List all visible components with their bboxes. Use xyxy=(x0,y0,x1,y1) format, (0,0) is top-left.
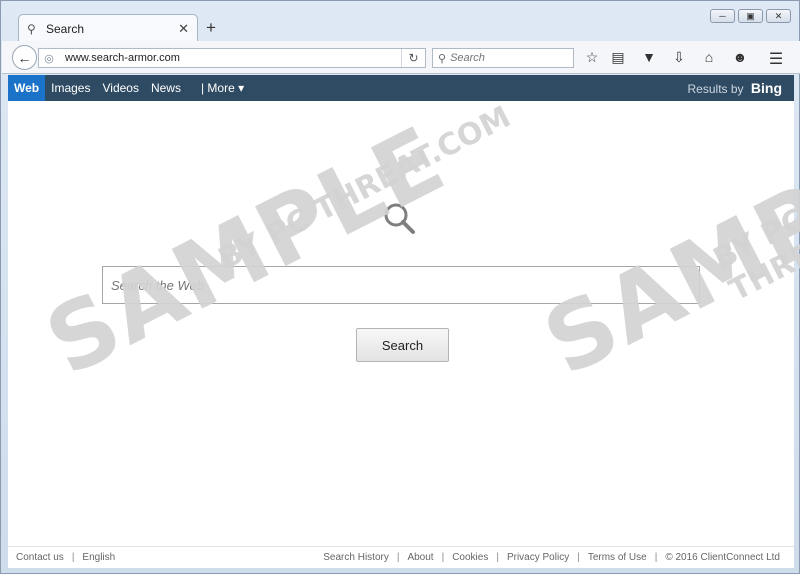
watermark-main-text-right: SAMPLE xyxy=(528,105,800,397)
tab-strip: ⚲ Search ✕ + ─ ▣ ✕ xyxy=(1,1,800,42)
footer-separator: | xyxy=(577,552,580,563)
home-icon[interactable]: ⌂ xyxy=(700,49,718,65)
footer-search-history-link[interactable]: Search History xyxy=(323,552,389,563)
search-icon: ⚲ xyxy=(27,21,36,36)
maximize-button[interactable]: ▣ xyxy=(738,9,763,23)
search-vertical-bar: Web Images Videos News | More ▾ Results … xyxy=(8,75,794,101)
main-content: Search SAMPLE BY PC THREAT.COM SAMPLE BY… xyxy=(8,99,800,546)
footer-separator: | xyxy=(71,552,75,563)
footer-contact-link[interactable]: Contact us xyxy=(16,552,64,563)
minimize-button[interactable]: ─ xyxy=(710,9,735,23)
footer-privacy-link[interactable]: Privacy Policy xyxy=(507,552,569,563)
url-text[interactable]: www.search-armor.com xyxy=(65,52,401,64)
tab-title: Search xyxy=(46,21,85,36)
footer-terms-link[interactable]: Terms of Use xyxy=(588,552,647,563)
web-search-field[interactable] xyxy=(102,266,700,304)
nav-news[interactable]: News xyxy=(145,75,187,101)
menu-icon[interactable]: ☰ xyxy=(767,49,785,69)
footer-language-link[interactable]: English xyxy=(82,552,115,563)
watermark-sub-text-right: BY PC THREAT.COM xyxy=(708,179,800,309)
address-bar[interactable]: ◎ www.search-armor.com ↻ xyxy=(38,48,426,68)
bing-logo[interactable]: Bing xyxy=(751,80,782,96)
nav-images[interactable]: Images xyxy=(45,75,96,101)
results-by-label: Results by xyxy=(687,82,744,96)
web-search-input[interactable] xyxy=(103,267,699,303)
search-button[interactable]: Search xyxy=(356,328,449,362)
reload-button[interactable]: ↻ xyxy=(401,49,425,67)
footer-left: Contact us | English xyxy=(16,552,115,563)
watermark-right: SAMPLE xyxy=(528,106,800,408)
bookmark-star-icon[interactable]: ☆ xyxy=(583,49,601,66)
footer-separator: | xyxy=(496,552,499,563)
watermark-right-sub: BY PC THREAT.COM xyxy=(708,180,800,316)
pocket-icon[interactable]: ▼ xyxy=(640,49,658,65)
browser-window: ⚲ Search ✕ + ─ ▣ ✕ ← ◎ www.search-armor.… xyxy=(0,0,800,574)
chat-icon[interactable]: ☻ xyxy=(731,49,749,65)
browser-tab[interactable]: ⚲ Search ✕ xyxy=(18,14,198,42)
footer-separator: | xyxy=(396,552,400,563)
navigation-toolbar: ← ◎ www.search-armor.com ↻ ⚲ ☆ ▤ ▼ ⇩ ⌂ ☻… xyxy=(2,41,800,74)
magnifier-icon xyxy=(384,203,415,234)
footer-copyright: © 2016 ClientConnect Ltd xyxy=(665,552,780,563)
downloads-icon[interactable]: ⇩ xyxy=(670,49,688,66)
nav-more[interactable]: | More ▾ xyxy=(195,75,250,101)
nav-videos[interactable]: Videos xyxy=(96,75,144,101)
browser-search-input[interactable] xyxy=(450,52,561,64)
close-window-button[interactable]: ✕ xyxy=(766,9,791,23)
watermark-sub-text: BY PC THREAT.COM xyxy=(213,99,517,278)
page-footer: Contact us | English Search History | Ab… xyxy=(8,546,794,568)
footer-right: Search History | About | Cookies | Priva… xyxy=(323,552,780,563)
new-tab-button[interactable]: + xyxy=(206,18,216,38)
results-by: Results by Bing xyxy=(688,75,782,101)
nav-web[interactable]: Web xyxy=(8,75,46,101)
footer-about-link[interactable]: About xyxy=(407,552,433,563)
footer-separator: | xyxy=(654,552,658,563)
back-button[interactable]: ← xyxy=(12,45,37,70)
reading-list-icon[interactable]: ▤ xyxy=(609,49,627,66)
footer-separator: | xyxy=(441,552,445,563)
footer-cookies-link[interactable]: Cookies xyxy=(452,552,488,563)
search-icon: ⚲ xyxy=(438,52,447,65)
browser-search-bar[interactable]: ⚲ xyxy=(432,48,574,68)
globe-icon: ◎ xyxy=(44,52,54,65)
close-tab-icon[interactable]: ✕ xyxy=(178,21,189,37)
